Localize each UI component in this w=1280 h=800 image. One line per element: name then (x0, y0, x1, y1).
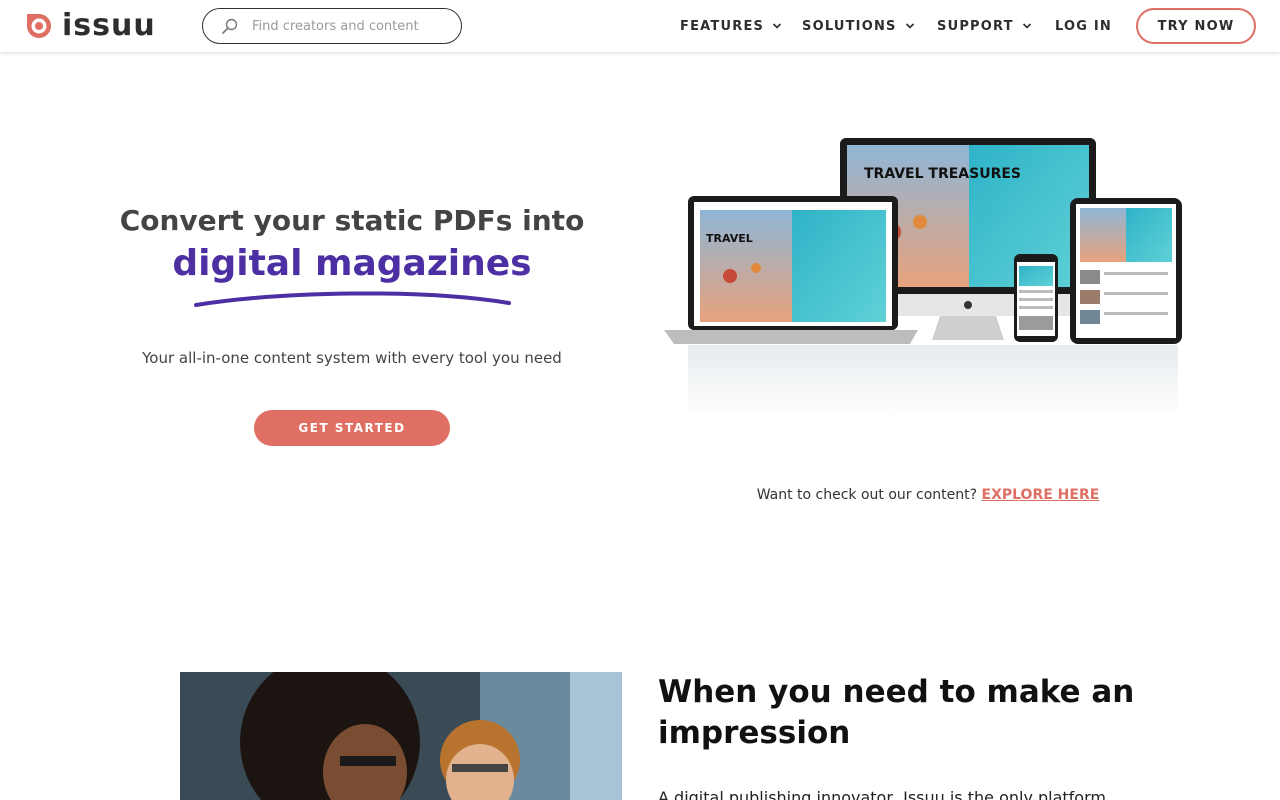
get-started-button[interactable]: GET STARTED (254, 410, 450, 446)
underline-swoosh (194, 291, 511, 307)
search-box[interactable] (202, 8, 462, 44)
chevron-down-icon (1022, 23, 1031, 29)
imac-screen-title: TRAVEL TREASURES (864, 166, 1021, 182)
explore-prompt: Want to check out our content? (756, 487, 978, 503)
nav-login[interactable]: LOG IN (1055, 0, 1112, 52)
people-photo (180, 672, 622, 800)
hero-highlight: digital magazines (172, 243, 532, 284)
chevron-down-icon (905, 23, 914, 29)
explore-link[interactable]: EXPLORE HERE (982, 487, 1100, 503)
hero-title: Convert your static PDFs into (119, 204, 585, 237)
nav-features-label: FEATURES (680, 18, 765, 34)
laptop-device: TRAVEL (664, 196, 918, 344)
issuu-logo-icon (27, 14, 51, 38)
login-link[interactable]: LOG IN (1055, 19, 1112, 34)
logo-wordmark: issuu (62, 8, 156, 43)
impression-body: A digital publishing innovator, Issuu is… (658, 788, 1106, 800)
explore-line: Want to check out our content? EXPLORE H… (700, 484, 1156, 506)
tablet-device (1070, 198, 1182, 344)
nav-support[interactable]: SUPPORT (937, 0, 1032, 52)
search-icon (222, 18, 238, 34)
nav-features[interactable]: FEATURES (680, 0, 782, 52)
issuu-logo[interactable]: issuu (24, 10, 156, 42)
nav-support-label: SUPPORT (937, 18, 1014, 34)
search-input[interactable] (252, 18, 442, 34)
site-header: issuu FEATURES SOLUTIONS SUPPORT LOG IN … (0, 0, 1280, 52)
nav-solutions-label: SOLUTIONS (802, 18, 897, 34)
hero-subtitle: Your all-in-one content system with ever… (142, 349, 562, 367)
chevron-down-icon (773, 23, 782, 29)
devices-illustration: TRAVEL TREASURES TRAVEL (664, 138, 1182, 420)
impression-title: When you need to make an impression (658, 674, 1135, 751)
phone-device (1014, 254, 1058, 342)
svg-text:TRAVEL: TRAVEL (706, 232, 753, 245)
try-now-button[interactable]: TRY NOW (1136, 8, 1256, 44)
nav-solutions[interactable]: SOLUTIONS (802, 0, 915, 52)
